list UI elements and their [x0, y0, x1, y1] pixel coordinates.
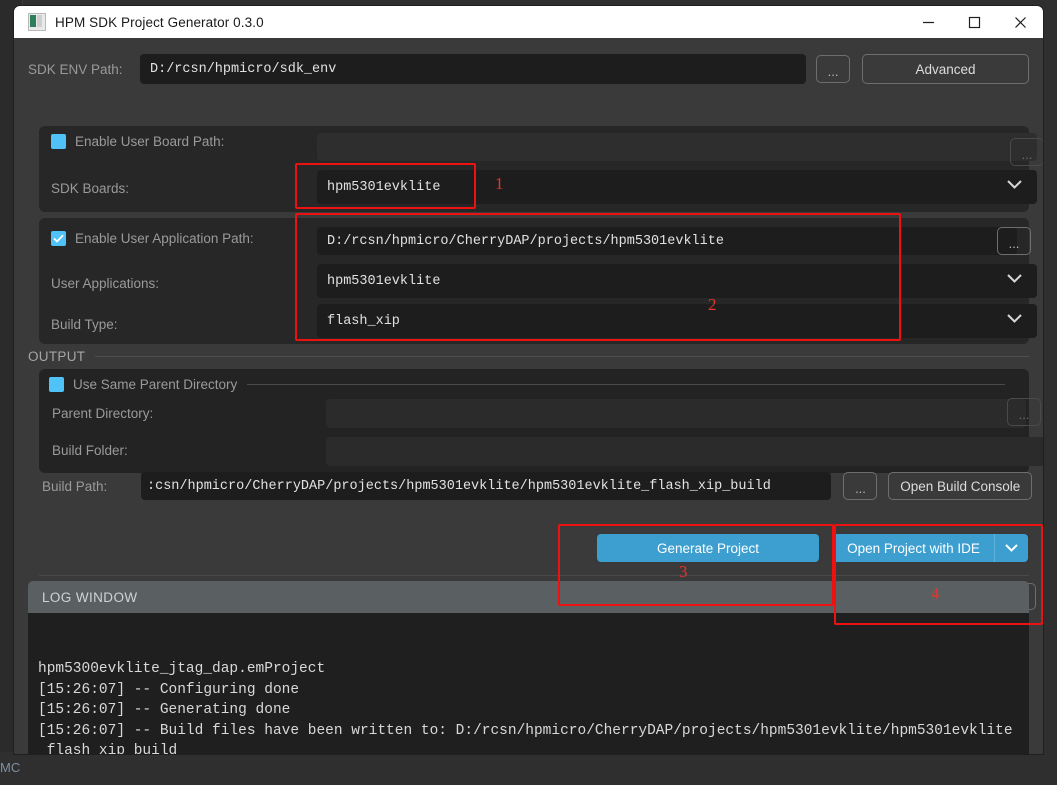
sdk-env-path-browse-button[interactable]: ...: [816, 55, 850, 83]
enable-user-board-path-checkbox[interactable]: [51, 134, 66, 149]
app-icon: [28, 13, 46, 31]
user-applications-row: User Applications:: [51, 269, 159, 297]
user-applications-value: hpm5301evklite: [327, 274, 440, 289]
build-type-value: flash_xip: [327, 314, 400, 329]
build-type-select[interactable]: flash_xip: [317, 304, 1037, 338]
sdk-boards-select[interactable]: hpm5301evklite: [317, 170, 1037, 204]
user-application-path-browse-button[interactable]: ...: [997, 227, 1031, 255]
window-title: HPM SDK Project Generator 0.3.0: [55, 15, 264, 30]
actions-divider: [39, 575, 1029, 576]
log-line: [15:26:07] -- Configuring done: [38, 680, 1021, 701]
open-project-with-ide-split-button: Open Project with IDE: [833, 534, 1028, 562]
parent-directory-input[interactable]: [326, 399, 1026, 428]
sdk-boards-label: SDK Boards:: [51, 181, 129, 196]
minimize-icon[interactable]: [905, 6, 951, 38]
chevron-down-icon: [1006, 273, 1023, 289]
annotation-number-2: 2: [708, 295, 717, 315]
user-applications-select[interactable]: hpm5301evklite: [317, 264, 1037, 298]
background-watermark: MC: [0, 760, 20, 775]
enable-user-application-path-label: Enable User Application Path:: [75, 231, 254, 246]
open-project-with-ide-button[interactable]: Open Project with IDE: [833, 534, 994, 562]
use-same-parent-directory-label: Use Same Parent Directory: [73, 377, 237, 392]
output-group-title: OUTPUT: [28, 349, 85, 364]
log-line: [15:26:07] -- Generating done: [38, 700, 1021, 721]
open-build-console-button[interactable]: Open Build Console: [888, 472, 1032, 500]
annotation-number-1: 1: [495, 174, 504, 194]
build-folder-label: Build Folder:: [52, 443, 128, 458]
sdk-boards-row: SDK Boards:: [51, 174, 129, 202]
build-type-row: Build Type:: [51, 310, 118, 338]
application-settings-panel: Enable User Application Path: D:/rcsn/hp…: [39, 218, 1029, 344]
build-path-browse-button[interactable]: ...: [843, 472, 877, 500]
output-panel-divider: [247, 384, 1005, 385]
sdk-env-path-row: SDK ENV Path: D:/rcsn/hpmicro/sdk_env ..…: [28, 50, 1029, 88]
generate-project-button[interactable]: Generate Project: [597, 534, 819, 562]
log-scrollbar-track[interactable]: [1015, 613, 1027, 754]
chevron-down-icon: [1004, 543, 1019, 553]
user-board-path-browse-button-2[interactable]: ...: [1010, 138, 1043, 166]
log-line: hpm5300evklite_jtag_dap.emProject: [38, 659, 1021, 680]
annotation-number-3: 3: [679, 562, 688, 582]
window-content: SDK ENV Path: D:/rcsn/hpmicro/sdk_env ..…: [14, 38, 1043, 754]
build-type-label: Build Type:: [51, 317, 118, 332]
open-project-with-ide-dropdown-button[interactable]: [994, 534, 1028, 562]
sdk-env-path-input[interactable]: D:/rcsn/hpmicro/sdk_env: [140, 54, 806, 84]
output-panel: Use Same Parent Directory Parent Directo…: [39, 369, 1029, 473]
user-board-path-input[interactable]: [317, 133, 1037, 161]
use-same-parent-directory-row: Use Same Parent Directory: [49, 377, 1009, 392]
title-bar: HPM SDK Project Generator 0.3.0: [14, 6, 1043, 38]
annotation-number-4: 4: [931, 584, 940, 604]
parent-directory-label: Parent Directory:: [52, 406, 153, 421]
user-application-path-input[interactable]: D:/rcsn/hpmicro/CherryDAP/projects/hpm53…: [317, 227, 1017, 255]
parent-directory-browse-button[interactable]: ...: [1007, 398, 1041, 426]
enable-user-board-path-row: Enable User Board Path:: [51, 134, 224, 149]
sdk-boards-value: hpm5301evklite: [327, 180, 440, 195]
use-same-parent-directory-checkbox[interactable]: [49, 377, 64, 392]
enable-user-board-path-label: Enable User Board Path:: [75, 134, 224, 149]
output-group-divider: [95, 356, 1029, 357]
enable-user-application-path-row: Enable User Application Path:: [51, 231, 254, 246]
log-window-header: LOG WINDOW: [28, 581, 1029, 613]
log-line: [15:26:07] -- Build files have been writ…: [38, 721, 1021, 755]
advanced-button[interactable]: Advanced: [862, 54, 1029, 84]
enable-user-application-path-checkbox[interactable]: [51, 231, 66, 246]
build-path-input[interactable]: :csn/hpmicro/CherryDAP/projects/hpm5301e…: [141, 472, 831, 500]
application-window: HPM SDK Project Generator 0.3.0 SDK ENV …: [14, 6, 1043, 754]
board-settings-panel: Enable User Board Path: ... SDK Boards: …: [39, 126, 1029, 212]
maximize-icon[interactable]: [951, 6, 997, 38]
log-window-body[interactable]: hpm5300evklite_jtag_dap.emProject[15:26:…: [28, 613, 1029, 754]
chevron-down-icon: [1006, 313, 1023, 329]
chevron-down-icon: [1006, 179, 1023, 195]
build-folder-input[interactable]: [326, 437, 1043, 466]
sdk-env-path-label: SDK ENV Path:: [28, 62, 140, 77]
build-path-label: Build Path:: [42, 479, 141, 494]
log-window: LOG WINDOW hpm5300evklite_jtag_dap.emPro…: [28, 581, 1029, 754]
log-lines: hpm5300evklite_jtag_dap.emProject[15:26:…: [38, 659, 1021, 754]
window-controls: [905, 6, 1043, 38]
close-icon[interactable]: [997, 6, 1043, 38]
build-path-row: Build Path: :csn/hpmicro/CherryDAP/proje…: [42, 467, 1032, 505]
output-group-header: OUTPUT: [28, 348, 1029, 364]
user-applications-label: User Applications:: [51, 276, 159, 291]
